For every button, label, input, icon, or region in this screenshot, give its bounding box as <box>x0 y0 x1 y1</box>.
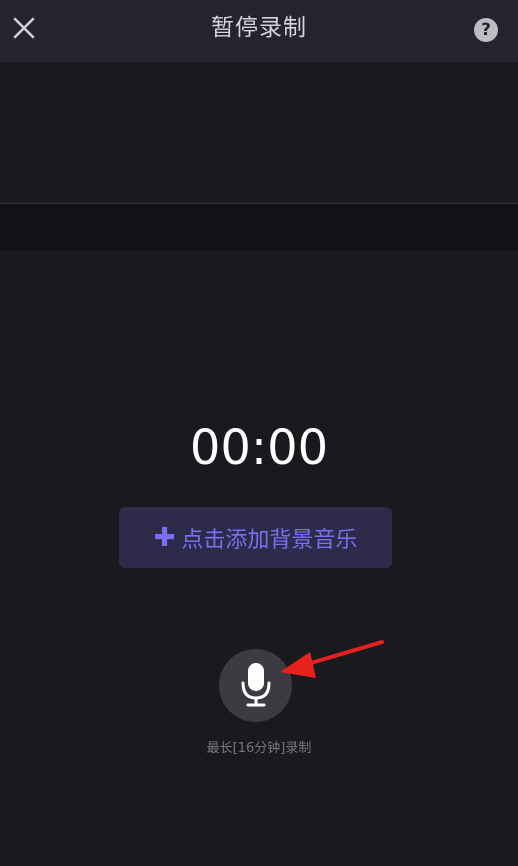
recording-timer: 00:00 <box>189 420 329 476</box>
waveform-area <box>0 62 518 204</box>
max-duration-hint: 最长[16分钟]录制 <box>206 741 312 756</box>
plus-icon: ✚ <box>153 522 176 553</box>
annotation-arrow <box>280 640 384 678</box>
help-icon: ? <box>481 20 491 40</box>
track-strip <box>0 204 518 251</box>
top-bar: 暂停录制 ? <box>0 0 518 62</box>
add-background-music-label: 点击添加背景音乐 <box>181 527 358 553</box>
add-background-music-button[interactable]: ✚ 点击添加背景音乐 <box>119 507 392 568</box>
microphone-icon <box>241 663 271 707</box>
help-button[interactable]: ? <box>474 18 498 42</box>
page-title: 暂停录制 <box>211 15 307 41</box>
